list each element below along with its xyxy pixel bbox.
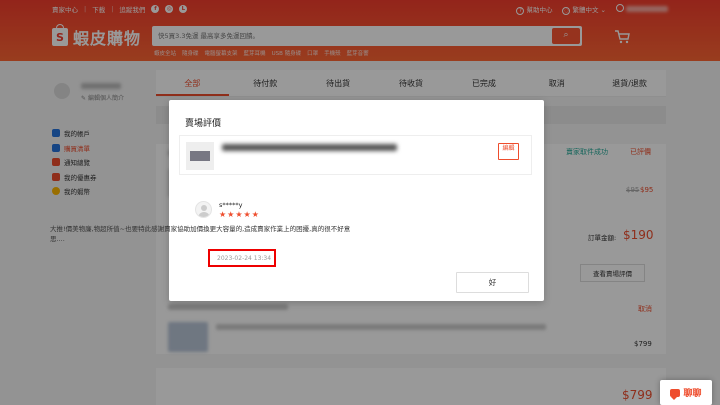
star-icon: ★ [243, 210, 251, 219]
product-thumbnail [186, 142, 214, 170]
shop-rating-modal: 賣場評價 編輯 s*****y ★ ★ ★ ★ ★ [169, 100, 544, 301]
star-icon: ★ [219, 210, 227, 219]
rating-stars: ★ ★ ★ ★ ★ [219, 210, 259, 219]
star-icon: ★ [227, 210, 235, 219]
ok-button[interactable]: 好 [456, 272, 529, 293]
star-icon: ★ [251, 210, 259, 219]
reviewer-name: s*****y [219, 201, 243, 209]
reviewer-avatar [195, 201, 212, 218]
rated-product: 編輯 [179, 135, 532, 175]
product-title-blurred [222, 144, 397, 151]
star-icon: ★ [235, 210, 243, 219]
review-text: 大推!價美物廉,物超所值~也要特此感謝賣家協助加價換更大容量的,造成賣家作業上的… [50, 225, 351, 243]
date-highlight-box [208, 249, 276, 267]
modal-title: 賣場評價 [185, 119, 222, 129]
edit-button[interactable]: 編輯 [498, 143, 519, 160]
chat-button[interactable]: 聊聊 [660, 380, 712, 405]
chat-label: 聊聊 [683, 389, 702, 399]
chat-icon [670, 388, 681, 400]
